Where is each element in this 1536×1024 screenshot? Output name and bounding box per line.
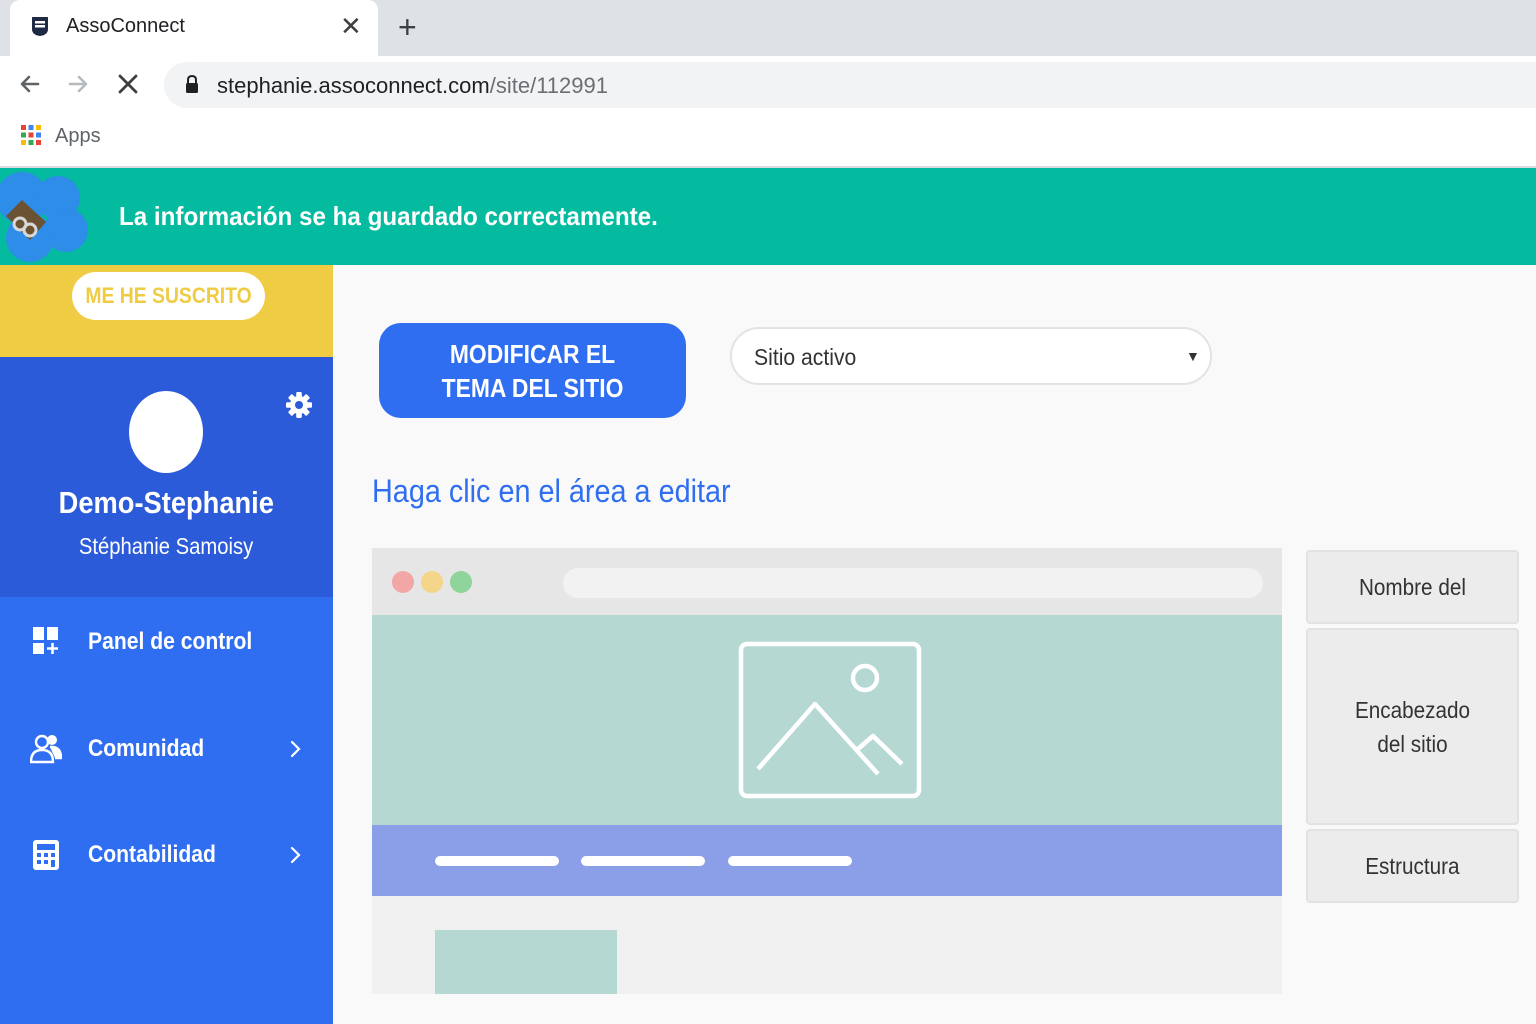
subscribed-label: ME HE SUSCRITO xyxy=(85,283,252,308)
calculator-icon xyxy=(33,840,59,870)
organization-name: Demo-Stephanie xyxy=(0,485,333,521)
sidebar-item-label: Comunidad xyxy=(88,735,220,763)
edit-area-heading: Haga clic en el área a editar xyxy=(372,473,770,510)
close-tab-icon[interactable]: ✕ xyxy=(340,11,362,41)
dashboard-icon xyxy=(33,627,58,654)
back-arrow-icon[interactable] xyxy=(14,68,46,100)
panel-site-name-label: Nombre del xyxy=(1358,574,1466,600)
mockup-red-dot xyxy=(392,571,414,593)
sidebar-item-label: Contabilidad xyxy=(88,841,233,869)
apps-grid-icon[interactable] xyxy=(20,124,42,146)
site-header-area[interactable] xyxy=(372,615,1282,825)
mockup-yellow-dot xyxy=(421,571,443,593)
mockup-green-dot xyxy=(450,571,472,593)
site-status-select[interactable]: Sitio activo ▼ xyxy=(730,327,1212,385)
chevron-right-icon xyxy=(290,740,301,758)
mockup-nav-link xyxy=(581,856,705,866)
community-label: Comunidad xyxy=(88,735,205,762)
mockup-browser-bar xyxy=(372,548,1282,615)
apps-bookmark[interactable]: Apps xyxy=(55,125,101,148)
assoconnect-favicon-icon xyxy=(32,17,48,36)
sidebar-item-dashboard[interactable]: Panel de control xyxy=(0,597,333,687)
success-notification: La información se ha guardado correctame… xyxy=(0,168,1536,265)
mockup-nav-link xyxy=(435,856,559,866)
stop-loading-icon[interactable] xyxy=(112,68,144,100)
tab-strip: AssoConnect ✕ + xyxy=(0,0,1536,56)
notification-illustration-icon xyxy=(0,172,88,262)
site-preview-mockup xyxy=(372,548,1282,994)
panel-structure-label: Estructura xyxy=(1365,853,1460,879)
dropdown-arrow-icon: ▼ xyxy=(1186,348,1200,364)
modify-theme-label: MODIFICAR EL TEMA DEL SITIO xyxy=(441,338,624,403)
modify-theme-button[interactable]: MODIFICAR EL TEMA DEL SITIO xyxy=(379,323,686,418)
dashboard-label: Panel de control xyxy=(88,628,253,655)
site-status-text: Sitio activo xyxy=(754,344,857,370)
address-bar[interactable]: stephanie.assoconnect.com/site/112991 xyxy=(164,62,1536,108)
edit-area-heading-text: Haga clic en el área a editar xyxy=(372,473,731,509)
subscribed-button[interactable]: ME HE SUSCRITO xyxy=(72,272,265,320)
user-name: Stéphanie Samoisy xyxy=(0,533,333,560)
sidebar-item-accounting[interactable]: Contabilidad xyxy=(0,810,333,900)
accounting-label: Contabilidad xyxy=(88,841,216,868)
panel-structure[interactable]: Estructura xyxy=(1306,829,1519,903)
mockup-url-bar xyxy=(563,568,1263,598)
panel-site-header-label: Encabezado del sitio xyxy=(1354,696,1471,757)
bookmarks-bar: Apps xyxy=(0,114,1536,168)
gear-icon[interactable] xyxy=(285,391,313,419)
avatar[interactable] xyxy=(129,391,203,473)
mockup-nav-link xyxy=(728,856,852,866)
site-structure-area[interactable] xyxy=(372,825,1282,896)
browser-tab[interactable]: AssoConnect ✕ xyxy=(10,0,378,56)
browser-toolbar: stephanie.assoconnect.com/site/112991 xyxy=(0,56,1536,114)
community-icon xyxy=(30,734,62,764)
image-placeholder-icon xyxy=(738,641,922,799)
sidebar-item-label: Panel de control xyxy=(88,628,275,656)
tab-title: AssoConnect xyxy=(66,15,185,37)
mockup-content-block[interactable] xyxy=(435,930,617,994)
user-name-text: Stéphanie Samoisy xyxy=(79,533,254,559)
panel-site-name[interactable]: Nombre del xyxy=(1306,550,1519,624)
url-path: /site/112991 xyxy=(489,73,608,98)
lock-icon xyxy=(186,74,198,93)
panel-site-header[interactable]: Encabezado del sitio xyxy=(1306,628,1519,825)
site-status-value: Sitio activo xyxy=(754,344,865,371)
main-content: MODIFICAR EL TEMA DEL SITIO Sitio activo… xyxy=(333,265,1536,1024)
forward-arrow-icon[interactable] xyxy=(62,68,94,100)
notification-message: La información se ha guardado correctame… xyxy=(119,201,658,231)
url-host: stephanie.assoconnect.com xyxy=(217,73,490,98)
organization-name-text: Demo-Stephanie xyxy=(58,485,275,520)
sidebar-profile: Demo-Stephanie Stéphanie Samoisy xyxy=(0,357,333,597)
sidebar-item-community[interactable]: Comunidad xyxy=(0,704,333,794)
sidebar-nav: Panel de control Comunidad Contabilidad xyxy=(0,597,333,1024)
chevron-right-icon xyxy=(290,846,301,864)
new-tab-button[interactable]: + xyxy=(398,8,417,46)
url-text: stephanie.assoconnect.com/site/112991 xyxy=(217,73,608,99)
